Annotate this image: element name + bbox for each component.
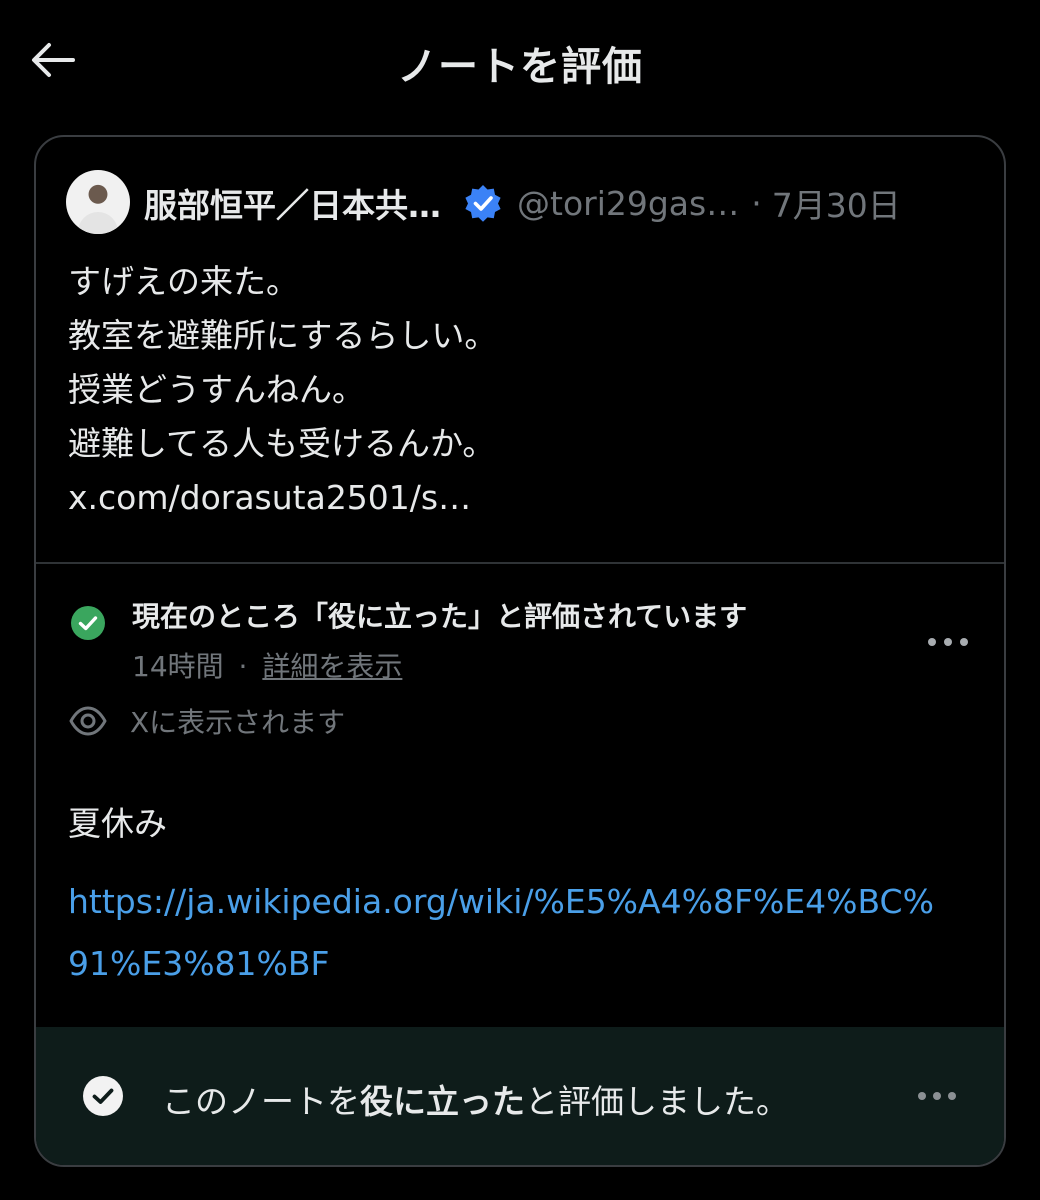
post-text-line: 避難してる人も受けるんか。 [68, 424, 496, 463]
separator-dot: · [751, 183, 762, 223]
rating-message: このノートを役に立ったと評価しました。 [162, 1075, 789, 1123]
status-title: 現在のところ「役に立った」と評価されています [132, 600, 748, 633]
author-line: 服部恒平／日本共… @tori29gas… · 7月30日 [144, 175, 974, 231]
check-circle-icon [71, 606, 105, 640]
author-name[interactable]: 服部恒平／日本共… [144, 179, 441, 227]
more-dot-icon [918, 1092, 926, 1100]
check-circle-icon [83, 1076, 123, 1116]
page-title: ノートを評価 [397, 44, 643, 90]
post-text-line: 授業どうすんねん。 [68, 370, 365, 409]
more-dot-icon [944, 638, 952, 646]
post-link[interactable]: x.com/dorasuta2501/s… [68, 471, 974, 525]
separator-dot: · [238, 650, 248, 683]
post-text-line: すげえの来た。 [68, 262, 299, 301]
visibility-label: Xに表示されます [130, 706, 346, 739]
author-handle[interactable]: @tori29gas… [517, 184, 739, 223]
post-text-line: 教室を避難所にするらしい。 [68, 316, 498, 355]
post-text: すげえの来た。 教室を避難所にするらしい。 授業どうすんねん。 避難してる人も受… [68, 255, 974, 525]
rating-prefix: このノートを [162, 1082, 360, 1121]
more-dot-icon [933, 1092, 941, 1100]
rating-emphasis: 役に立った [360, 1082, 525, 1121]
details-link[interactable]: 詳細を表示 [262, 650, 402, 683]
status-meta: 14時間 · 詳細を表示 [132, 645, 402, 685]
more-options-button[interactable] [928, 627, 968, 657]
avatar[interactable] [66, 170, 130, 234]
rating-bar: このノートを役に立ったと評価しました。 [36, 1027, 1004, 1165]
verified-badge-icon [463, 183, 503, 223]
visibility-row: Xに表示されます [68, 701, 345, 741]
more-dot-icon [960, 638, 968, 646]
note-card: 服部恒平／日本共… @tori29gas… · 7月30日 すげえの来た。 教室… [34, 135, 1006, 1167]
note-source-link[interactable]: https://ja.wikipedia.org/wiki/%E5%A4%8F%… [68, 871, 938, 995]
note-body: 夏休み https://ja.wikipedia.org/wiki/%E5%A4… [68, 797, 974, 995]
rating-more-button[interactable] [918, 1091, 956, 1101]
status-time: 14時間 [132, 650, 224, 683]
more-dot-icon [928, 638, 936, 646]
more-dot-icon [948, 1092, 956, 1100]
note-text: 夏休み [68, 804, 167, 843]
post-date[interactable]: 7月30日 [772, 179, 901, 227]
note-status: 現在のところ「役に立った」と評価されています 14時間 · 詳細を表示 Xに表示… [36, 587, 1004, 747]
rating-suffix: と評価しました。 [525, 1082, 789, 1121]
header: ノートを評価 [0, 0, 1040, 120]
eye-icon [69, 706, 107, 736]
divider [36, 562, 1004, 564]
quoted-post[interactable]: 服部恒平／日本共… @tori29gas… · 7月30日 すげえの来た。 教室… [36, 137, 1004, 562]
